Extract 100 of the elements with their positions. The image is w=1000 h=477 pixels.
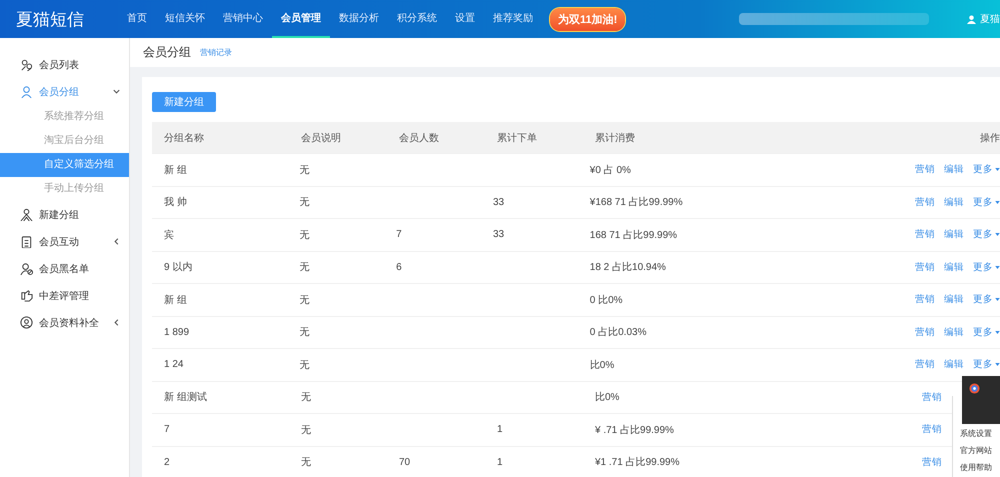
more-dropdown-link[interactable]: 更多 — [972, 293, 1000, 306]
table-cell-text: 无 — [301, 456, 312, 470]
promo-badge[interactable]: 为双11加油! — [550, 8, 626, 30]
table-cell-text: 18 2 占比10.94% — [590, 260, 667, 274]
chevron-down-icon — [112, 87, 121, 96]
table-cell-text: 0 占比0.03% — [590, 326, 648, 340]
more-dropdown-link[interactable]: 更多 — [972, 260, 1000, 274]
table-cell-text: 新 组 — [163, 164, 188, 177]
column-header: 会员说明 — [301, 132, 342, 144]
action-link[interactable]: 营销 — [922, 390, 942, 404]
table-cell-text: ¥1 .71 占比99.99% — [595, 456, 680, 470]
column-header: 分组名称 — [163, 132, 205, 144]
nav-tab[interactable]: 推荐奖励 — [484, 0, 542, 38]
column-header: 累计消费 — [595, 132, 636, 144]
table-cell-text: 新 组 — [163, 294, 188, 307]
action-link[interactable]: 营销 — [922, 423, 942, 436]
nav-tab[interactable]: 积分系统 — [388, 0, 446, 38]
table-cell-text: 无 — [299, 228, 310, 242]
more-dropdown-link[interactable]: 更多 — [972, 358, 1000, 372]
page-title: 会员分组 — [143, 44, 191, 61]
table-cell-text: 70 — [399, 456, 412, 468]
more-dropdown-link[interactable]: 更多 — [972, 228, 1000, 242]
table-cell-text: 新 组测试 — [163, 390, 208, 404]
column-header: 累计下单 — [497, 132, 538, 144]
more-dropdown-link[interactable]: 更多 — [972, 196, 1000, 209]
more-dropdown-link[interactable]: 更多 — [972, 326, 1000, 339]
sidebar-item[interactable]: 会员列表 — [0, 51, 129, 78]
caret-icon — [994, 200, 1000, 204]
new-group-button[interactable]: 新建分组 — [152, 92, 216, 112]
app-logo[interactable]: 夏猫短信 — [16, 8, 84, 30]
caret-icon — [994, 363, 1000, 366]
table-cell-text: 1 — [497, 424, 504, 436]
user-name[interactable]: 夏猫 — [980, 12, 1000, 26]
table-cell-text: 无 — [299, 326, 310, 340]
table-cell-text: 无 — [299, 196, 310, 210]
table-cell-text: 1 899 — [163, 326, 190, 338]
sidebar-item[interactable]: 会员黑名单 — [0, 255, 129, 282]
table-cell-text: 无 — [299, 164, 310, 177]
action-link[interactable]: 编辑 — [944, 196, 964, 209]
nav-tab[interactable]: 营销中心 — [214, 0, 272, 38]
nav-tab[interactable]: 设置 — [446, 0, 484, 38]
people-icon — [20, 58, 33, 71]
caret-icon — [994, 330, 1000, 334]
action-link[interactable]: 营销 — [914, 326, 935, 339]
action-link[interactable]: 编辑 — [944, 260, 964, 274]
sidebar-item[interactable]: 会员资料补全 — [0, 309, 129, 336]
table-cell-text: 33 — [492, 229, 506, 240]
action-link[interactable]: 营销 — [914, 293, 935, 306]
action-link[interactable]: 营销 — [914, 228, 935, 242]
menu-item[interactable]: 官方网站 — [960, 442, 1000, 459]
table-cell-text: 33 — [492, 196, 506, 208]
sidebar-item[interactable]: 会员互动 — [0, 228, 129, 255]
menu-item[interactable]: 使用帮助 — [960, 459, 1000, 476]
more-dropdown-link[interactable]: 更多 — [972, 163, 1000, 176]
column-header: 会员人数 — [399, 132, 440, 144]
chevron-left-icon — [112, 237, 121, 246]
table-cell-text: 无 — [299, 358, 310, 372]
action-link[interactable]: 营销 — [922, 456, 942, 469]
sidebar-item[interactable]: 会员分组 — [0, 78, 129, 105]
table-cell-text: 比0% — [590, 358, 616, 372]
nav-tab[interactable]: 短信关怀 — [156, 0, 214, 38]
column-header: 操作 — [979, 132, 1000, 144]
person-blocked-icon — [20, 262, 33, 275]
clipboard-icon — [20, 235, 33, 248]
user-icon — [967, 14, 976, 24]
table-cell-text: ¥168 71 占比99.99% — [590, 196, 684, 210]
action-link[interactable]: 编辑 — [944, 163, 964, 176]
action-link[interactable]: 营销 — [914, 196, 935, 209]
action-link[interactable]: 编辑 — [944, 358, 964, 372]
table-cell-text: 7 — [396, 229, 403, 240]
action-link[interactable]: 编辑 — [944, 326, 964, 339]
sidebar-item[interactable]: 中差评管理 — [0, 282, 129, 309]
table-cell-text: 宾 — [163, 228, 175, 242]
table-cell-text: 比0% — [595, 390, 620, 404]
table-cell-text: 无 — [299, 294, 310, 307]
app-icon[interactable] — [969, 383, 980, 394]
sidebar-subitem[interactable]: 自定义筛选分组 — [0, 153, 129, 177]
marketing-records-link[interactable]: 营销记录 — [200, 47, 232, 58]
sidebar-subitem[interactable]: 淘宝后台分组 — [0, 129, 129, 153]
action-link[interactable]: 营销 — [914, 358, 935, 372]
table-cell-text: 6 — [396, 262, 403, 273]
action-link[interactable]: 编辑 — [944, 228, 964, 242]
table-cell-text: 无 — [299, 261, 310, 274]
group-icon — [20, 208, 33, 221]
sidebar-item[interactable]: 新建分组 — [0, 201, 129, 228]
action-link[interactable]: 营销 — [914, 163, 935, 176]
table-cell-text: 我 帅 — [163, 196, 188, 210]
action-link[interactable]: 编辑 — [944, 293, 964, 306]
sidebar-subitem[interactable]: 手动上传分组 — [0, 177, 129, 201]
person-circle-icon — [20, 316, 33, 329]
nav-tab[interactable]: 首页 — [118, 0, 156, 38]
table-cell-text: 7 — [163, 424, 171, 436]
caret-icon — [994, 298, 1000, 302]
table-cell-text: ¥ .71 占比99.99% — [595, 424, 675, 437]
person-icon — [20, 85, 33, 98]
menu-item[interactable]: 系统设置 — [960, 425, 1000, 442]
sidebar-subitem[interactable]: 系统推荐分组 — [0, 105, 129, 129]
table-cell-text: ¥0 占 0% — [590, 164, 632, 177]
nav-tab[interactable]: 数据分析 — [330, 0, 388, 38]
action-link[interactable]: 营销 — [914, 260, 935, 274]
